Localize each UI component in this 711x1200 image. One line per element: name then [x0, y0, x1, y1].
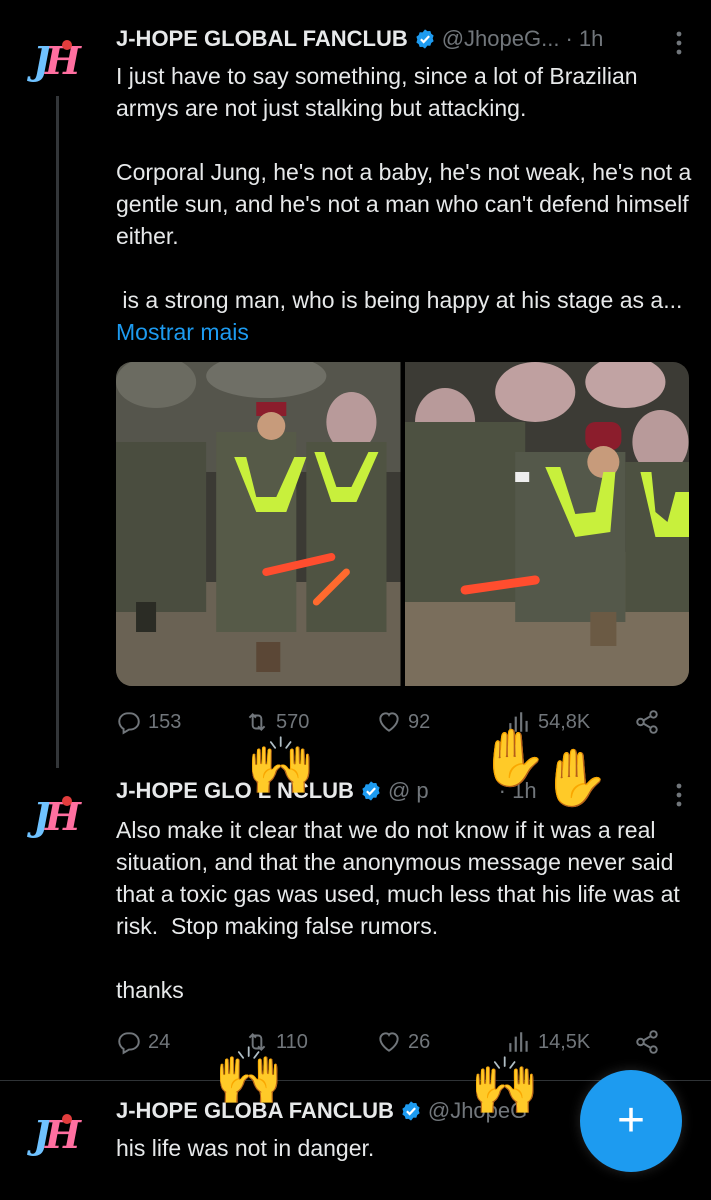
- photo-1[interactable]: [116, 362, 401, 686]
- hands-emoji: 🙌: [214, 1044, 284, 1107]
- like-icon: [379, 1032, 399, 1052]
- avatar[interactable]: JH: [28, 1108, 81, 1160]
- author-handle[interactable]: @ p: [388, 778, 429, 804]
- reply-button[interactable]: 24: [116, 1029, 170, 1055]
- tweet-1[interactable]: JH J-HOPE GLOBAL FANCLUB @JhopeG... · 1h…: [0, 0, 711, 770]
- tweet-text: I just have to say something, since a lo…: [116, 60, 696, 348]
- avatar[interactable]: JH: [28, 790, 81, 842]
- tweet-header: J-HOPE GLO L NCLUB @ p · 1h: [116, 776, 537, 806]
- avatar[interactable]: JH: [28, 34, 81, 86]
- views-icon: [509, 1032, 528, 1052]
- tweet-time[interactable]: · 1h: [565, 26, 603, 52]
- tweet-text: Also make it clear that we do not know i…: [116, 817, 680, 1003]
- retweet-button[interactable]: 570: [244, 709, 309, 735]
- tweet-header: J-HOPE GLOBA FANCLUB @JhopeG: [116, 1096, 527, 1126]
- photo-2[interactable]: [404, 362, 689, 686]
- share-button[interactable]: [634, 709, 660, 735]
- raised-hand-emoji: ✋: [540, 746, 610, 809]
- reply-icon: [118, 1032, 140, 1055]
- like-count: 92: [408, 710, 431, 733]
- like-icon: [379, 712, 399, 732]
- hands-emoji: 🙌: [470, 1054, 540, 1117]
- tweet-body: I just have to say something, since a lo…: [116, 63, 692, 313]
- tweet-header: J-HOPE GLOBAL FANCLUB @JhopeG... · 1h: [116, 24, 603, 54]
- author-handle[interactable]: @JhopeG...: [442, 26, 560, 52]
- verified-icon: [362, 781, 380, 801]
- tweet-2[interactable]: JH J-HOPE GLO L NCLUB @ p · 1h Also make…: [0, 770, 711, 1080]
- tweet-actions: 153 570 92 54,8K: [116, 704, 676, 740]
- reply-icon: [118, 712, 140, 735]
- like-button[interactable]: 92: [376, 709, 430, 735]
- like-count: 26: [408, 1030, 431, 1053]
- hands-emoji: 🙌: [246, 734, 316, 797]
- tweet-actions: 24 110 26 14,5K: [116, 1024, 676, 1060]
- verified-icon: [416, 29, 434, 49]
- more-icon[interactable]: [675, 30, 683, 56]
- reply-button[interactable]: 153: [116, 709, 181, 735]
- raised-hand-emoji: ✋: [478, 726, 548, 789]
- compose-tweet-button[interactable]: +: [580, 1070, 682, 1172]
- reply-count: 24: [148, 1030, 171, 1053]
- retweet-icon: [248, 713, 266, 731]
- plus-icon: +: [616, 1094, 646, 1147]
- author-name[interactable]: J-HOPE GLOBAL FANCLUB: [116, 26, 408, 52]
- retweet-count: 570: [276, 710, 310, 733]
- more-icon[interactable]: [675, 782, 683, 808]
- tweet-media[interactable]: [116, 362, 689, 686]
- like-button[interactable]: 26: [376, 1029, 430, 1055]
- views-button[interactable]: 14,5K: [506, 1029, 590, 1055]
- share-icon: [636, 1030, 658, 1054]
- views-count: 14,5K: [538, 1030, 591, 1053]
- thread-line: [56, 96, 59, 768]
- show-more-link[interactable]: Mostrar mais: [116, 319, 249, 345]
- author-name[interactable]: J-HOPE GLO L NCLUB: [116, 778, 354, 804]
- reply-count: 153: [148, 710, 182, 733]
- share-icon: [636, 710, 658, 734]
- share-button[interactable]: [634, 1029, 660, 1055]
- verified-icon: [402, 1101, 420, 1121]
